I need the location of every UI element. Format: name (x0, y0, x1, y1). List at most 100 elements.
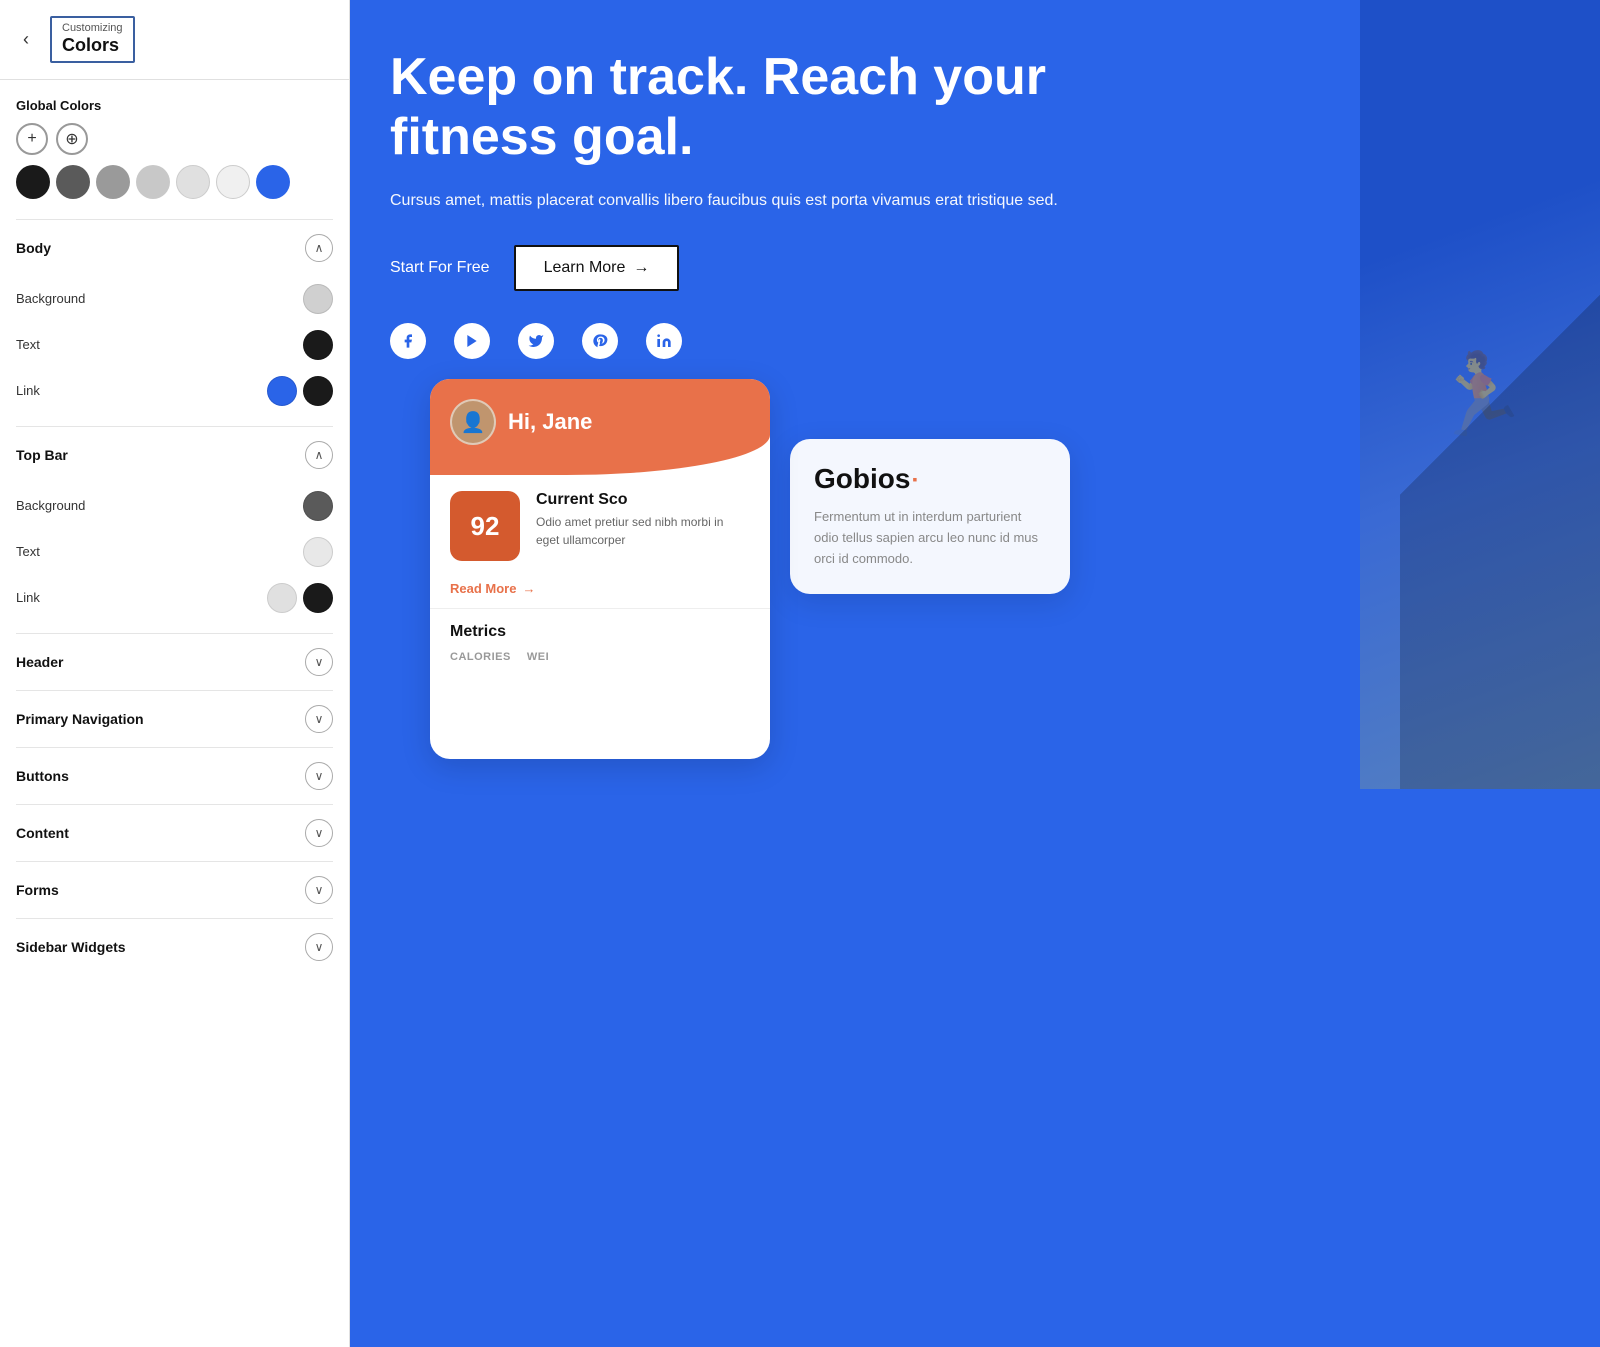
sidebar-widgets-section: Sidebar Widgets ∨ (16, 918, 333, 975)
topbar-background-label: Background (16, 498, 85, 513)
body-background-row: Background (16, 276, 333, 322)
body-link-color-1[interactable] (267, 376, 297, 406)
body-link-row: Link (16, 368, 333, 414)
topbar-text-row: Text (16, 529, 333, 575)
left-panel: ‹ Customizing Colors Global Colors + ⊕ B… (0, 0, 350, 1347)
sidebar-widgets-header[interactable]: Sidebar Widgets ∨ (16, 919, 333, 975)
buttons-section-title: Buttons (16, 768, 69, 784)
read-more-arrow: → (522, 581, 535, 596)
swatch-black[interactable] (16, 165, 50, 199)
hero-subtitle: Cursus amet, mattis placerat convallis l… (390, 188, 1070, 214)
topbar-chevron[interactable]: ∧ (305, 441, 333, 469)
topbar-link-color-2[interactable] (303, 583, 333, 613)
learn-more-arrow: → (633, 259, 649, 277)
forms-section-header[interactable]: Forms ∨ (16, 862, 333, 918)
read-more-link[interactable]: Read More → (430, 577, 770, 608)
read-more-label: Read More (450, 581, 516, 596)
topbar-link-label: Link (16, 590, 40, 605)
add-color-button[interactable]: + (16, 123, 48, 155)
body-text-label: Text (16, 337, 40, 352)
buttons-chevron[interactable]: ∨ (305, 762, 333, 790)
content-section-header[interactable]: Content ∨ (16, 805, 333, 861)
header-section-header[interactable]: Header ∨ (16, 634, 333, 690)
score-info: Current Sco Odio amet pretiur sed nibh m… (536, 491, 750, 549)
body-link-color-2[interactable] (303, 376, 333, 406)
body-chevron[interactable]: ∧ (305, 234, 333, 262)
forms-section: Forms ∨ (16, 861, 333, 918)
global-colors-label: Global Colors (16, 98, 333, 113)
topbar-text-label: Text (16, 544, 40, 559)
move-color-button[interactable]: ⊕ (56, 123, 88, 155)
content-chevron[interactable]: ∨ (305, 819, 333, 847)
right-panel: 🏃 Keep on track. Reach your fitness goal… (350, 0, 1600, 1347)
gobios-name: Gobios (814, 463, 910, 495)
forms-chevron[interactable]: ∨ (305, 876, 333, 904)
topbar-link-swatches (267, 583, 333, 613)
score-section: 92 Current Sco Odio amet pretiur sed nib… (430, 475, 770, 577)
preview-hero: 🏃 Keep on track. Reach your fitness goal… (350, 0, 1600, 789)
metric-wei: WEI (527, 651, 549, 663)
body-text-row: Text (16, 322, 333, 368)
header-chevron[interactable]: ∨ (305, 648, 333, 676)
primary-navigation-section: Primary Navigation ∨ (16, 690, 333, 747)
swatch-medium-gray[interactable] (96, 165, 130, 199)
avatar: 👤 (450, 399, 496, 445)
app-mockup: 👤 Hi, Jane 92 Current Sco Odio amet pret… (430, 379, 1520, 759)
gobios-desc: Fermentum ut in interdum parturient odio… (814, 507, 1046, 569)
body-section-header[interactable]: Body ∧ (16, 220, 333, 276)
body-section: Body ∧ Background Text Link (16, 219, 333, 426)
buttons-section-header[interactable]: Buttons ∨ (16, 748, 333, 804)
content-section: Content ∨ (16, 804, 333, 861)
hero-title: Keep on track. Reach your fitness goal. (390, 48, 1110, 168)
start-for-free-button[interactable]: Start For Free (390, 259, 490, 277)
body-link-swatches (267, 376, 333, 406)
swatch-light-gray[interactable] (136, 165, 170, 199)
metrics-row: CALORIES WEI (450, 651, 750, 663)
twitter-icon[interactable] (518, 323, 554, 359)
global-colors-actions: + ⊕ (16, 123, 333, 155)
header-section: Header ∨ (16, 633, 333, 690)
gobios-superscript: ▪ (912, 471, 917, 487)
primary-navigation-chevron[interactable]: ∨ (305, 705, 333, 733)
body-background-swatches (303, 284, 333, 314)
swatch-blue[interactable] (256, 165, 290, 199)
swatch-dark-gray[interactable] (56, 165, 90, 199)
sidebar-widgets-chevron[interactable]: ∨ (305, 933, 333, 961)
learn-more-label: Learn More (544, 259, 626, 277)
panel-header: ‹ Customizing Colors (0, 0, 349, 80)
topbar-section-header[interactable]: Top Bar ∧ (16, 427, 333, 483)
card-greeting: Hi, Jane (508, 409, 592, 435)
forms-section-title: Forms (16, 882, 59, 898)
body-text-color[interactable] (303, 330, 333, 360)
metric-calories: CALORIES (450, 651, 511, 663)
primary-navigation-header[interactable]: Primary Navigation ∨ (16, 691, 333, 747)
swatch-lighter-gray[interactable] (176, 165, 210, 199)
metrics-section: Metrics CALORIES WEI (430, 608, 770, 677)
secondary-app-card: Gobios▪ Fermentum ut in interdum parturi… (790, 439, 1070, 593)
topbar-section: Top Bar ∧ Background Text Link (16, 426, 333, 633)
topbar-text-color[interactable] (303, 537, 333, 567)
topbar-background-row: Background (16, 483, 333, 529)
facebook-icon[interactable] (390, 323, 426, 359)
metrics-title: Metrics (450, 623, 750, 641)
learn-more-button[interactable]: Learn More → (514, 245, 680, 291)
body-background-color[interactable] (303, 284, 333, 314)
body-text-swatches (303, 330, 333, 360)
main-app-card: 👤 Hi, Jane 92 Current Sco Odio amet pret… (430, 379, 770, 759)
topbar-section-title: Top Bar (16, 447, 68, 463)
youtube-icon[interactable] (454, 323, 490, 359)
topbar-background-swatches (303, 491, 333, 521)
topbar-background-color[interactable] (303, 491, 333, 521)
topbar-section-content: Background Text Link (16, 483, 333, 633)
pinterest-icon[interactable] (582, 323, 618, 359)
swatch-near-white[interactable] (216, 165, 250, 199)
back-button[interactable]: ‹ (12, 25, 40, 53)
score-title: Current Sco (536, 491, 750, 509)
buttons-section: Buttons ∨ (16, 747, 333, 804)
global-color-swatches (16, 165, 333, 199)
card-user: 👤 Hi, Jane (450, 399, 750, 445)
topbar-link-color-1[interactable] (267, 583, 297, 613)
linkedin-icon[interactable] (646, 323, 682, 359)
body-background-label: Background (16, 291, 85, 306)
sidebar-widgets-title: Sidebar Widgets (16, 939, 126, 955)
